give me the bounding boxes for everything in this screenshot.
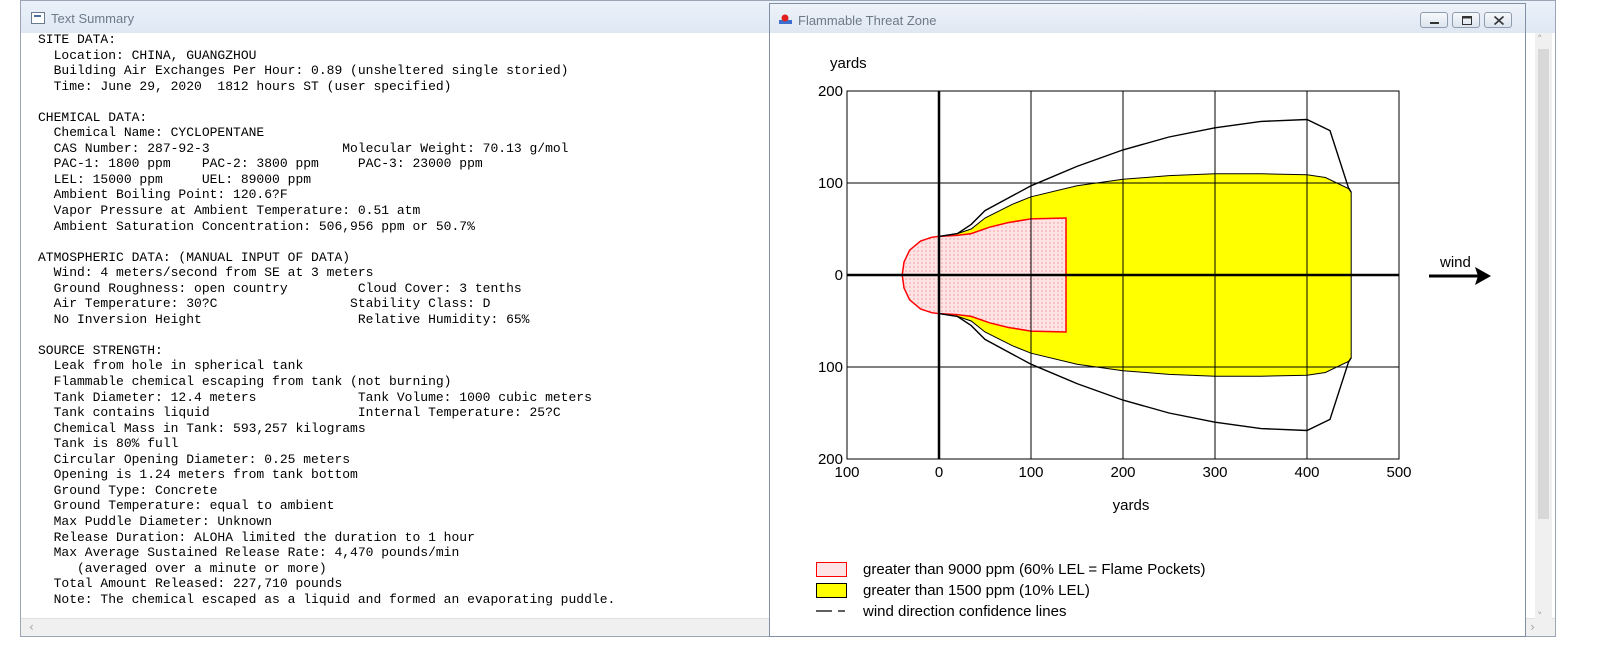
summary-line: ATMOSPHERIC DATA: (MANUAL INPUT OF DATA) [38, 249, 351, 265]
scroll-up-icon[interactable]: ˄ [1537, 33, 1543, 46]
maximize-icon [1462, 16, 1472, 25]
legend-label-flame-pockets: greater than 9000 ppm (60% LEL = Flame P… [863, 561, 1206, 578]
summary-line: (averaged over a minute or more) [77, 560, 327, 576]
summary-line: Tank Diameter: 12.4 meters Tank Volume: … [53, 389, 592, 405]
summary-line: CHEMICAL DATA: [38, 109, 148, 125]
y-axis-label: yards [830, 55, 867, 72]
summary-line: Tank contains liquid Internal Temperatur… [53, 405, 561, 421]
summary-line: Wind: 4 meters/second from SE at 3 meter… [53, 265, 374, 281]
threat-zone-client: 100 0 100 200 300 400 500 200 100 0 100 200 yards y… [777, 34, 1517, 632]
summary-line: Max Average Sustained Release Rate: 4,47… [53, 545, 460, 561]
summary-line: SITE DATA: [38, 32, 117, 47]
y-tick-label: 100 [818, 175, 843, 192]
summary-line: Air Temperature: 30?C Stability Class: D [53, 296, 491, 312]
close-icon [1493, 15, 1505, 26]
legend-swatch-flame-pockets [816, 562, 847, 577]
maximize-button[interactable] [1452, 12, 1480, 28]
vertical-scrollbar[interactable]: ˄ ˅ [1535, 33, 1552, 623]
y-tick-label: 200 [818, 451, 843, 468]
summary-line: Chemical Name: CYCLOPENTANE [53, 125, 265, 141]
summary-line: CAS Number: 287-92-3 Molecular Weight: 7… [53, 140, 569, 156]
y-tick-label: 200 [818, 83, 843, 100]
summary-line: Time: June 29, 2020 1812 hours ST (user … [53, 78, 452, 94]
summary-line: SOURCE STRENGTH: [38, 342, 163, 358]
threat-zone-window: Flammable Threat Zone 100 0 100 200 300 400 50… [769, 3, 1526, 637]
scroll-thumb[interactable] [1538, 49, 1549, 519]
summary-line: Circular Opening Diameter: 0.25 meters [53, 451, 351, 467]
summary-line: Leak from hole in spherical tank [53, 358, 304, 374]
summary-line: PAC-1: 1800 ppm PAC-2: 3800 ppm PAC-3: 2… [53, 156, 483, 172]
legend-swatch-lel [816, 583, 847, 598]
summary-line: Note: The chemical escaped as a liquid a… [53, 591, 616, 607]
legend: greater than 9000 ppm (60% LEL = Flame P… [816, 561, 1206, 620]
legend-label-lel: greater than 1500 ppm (10% LEL) [863, 582, 1090, 599]
summary-line: Ground Type: Concrete [53, 482, 218, 498]
x-tick-label: 500 [1386, 464, 1411, 481]
summary-line: Location: CHINA, GUANGZHOU [53, 47, 257, 63]
threat-zone-title: Flammable Threat Zone [798, 13, 937, 28]
summary-line: Ground Roughness: open country Cloud Cov… [53, 280, 522, 296]
summary-line: Building Air Exchanges Per Hour: 0.89 (u… [53, 63, 569, 79]
y-tick-label: 100 [818, 359, 843, 376]
summary-line: Flammable chemical escaping from tank (n… [53, 374, 452, 390]
legend-label-confidence: wind direction confidence lines [862, 603, 1066, 620]
summary-line: Max Puddle Diameter: Unknown [53, 513, 273, 529]
document-icon [31, 12, 45, 24]
x-tick-label: 200 [1110, 464, 1135, 481]
minimize-button[interactable] [1420, 12, 1448, 28]
summary-line: Tank is 80% full [53, 436, 179, 452]
x-axis-label: yards [1113, 497, 1150, 514]
scroll-left-icon[interactable]: ‹ [29, 620, 34, 634]
x-tick-label: 400 [1294, 464, 1319, 481]
summary-line: Ambient Boiling Point: 120.6?F [53, 187, 288, 203]
x-tick-label: 300 [1202, 464, 1227, 481]
close-button[interactable] [1484, 12, 1512, 28]
summary-line: Total Amount Released: 227,710 pounds [53, 576, 343, 592]
flame-icon [779, 14, 792, 24]
scroll-down-icon[interactable]: ˅ [1537, 610, 1543, 623]
threat-zone-chart: 100 0 100 200 300 400 5002001000100200 yards y… [816, 55, 1491, 620]
summary-line: Opening is 1.24 meters from tank bottom [53, 467, 358, 483]
x-tick-label: 0 [935, 464, 943, 481]
summary-text: SITE DATA: Location: CHINA, GUANGZHOU Bu… [38, 32, 615, 607]
text-summary-title: Text Summary [51, 11, 135, 26]
threat-zone-titlebar[interactable]: Flammable Threat Zone [770, 4, 1525, 33]
summary-line: Ground Temperature: equal to ambient [53, 498, 335, 514]
summary-line: No Inversion Height Relative Humidity: 6… [53, 311, 530, 327]
y-tick-label: 0 [835, 267, 843, 284]
summary-line: Release Duration: ALOHA limited the dura… [53, 529, 475, 545]
summary-line: Vapor Pressure at Ambient Temperature: 0… [53, 203, 421, 219]
summary-line: LEL: 15000 ppm UEL: 89000 ppm [53, 171, 312, 187]
minimize-icon [1430, 22, 1439, 24]
x-tick-label: 100 [1018, 464, 1043, 481]
summary-line: Chemical Mass in Tank: 593,257 kilograms [53, 420, 366, 436]
wind-label: wind [1439, 254, 1471, 271]
chart-grid [846, 90, 1400, 460]
summary-line: Ambient Saturation Concentration: 506,95… [53, 218, 475, 234]
